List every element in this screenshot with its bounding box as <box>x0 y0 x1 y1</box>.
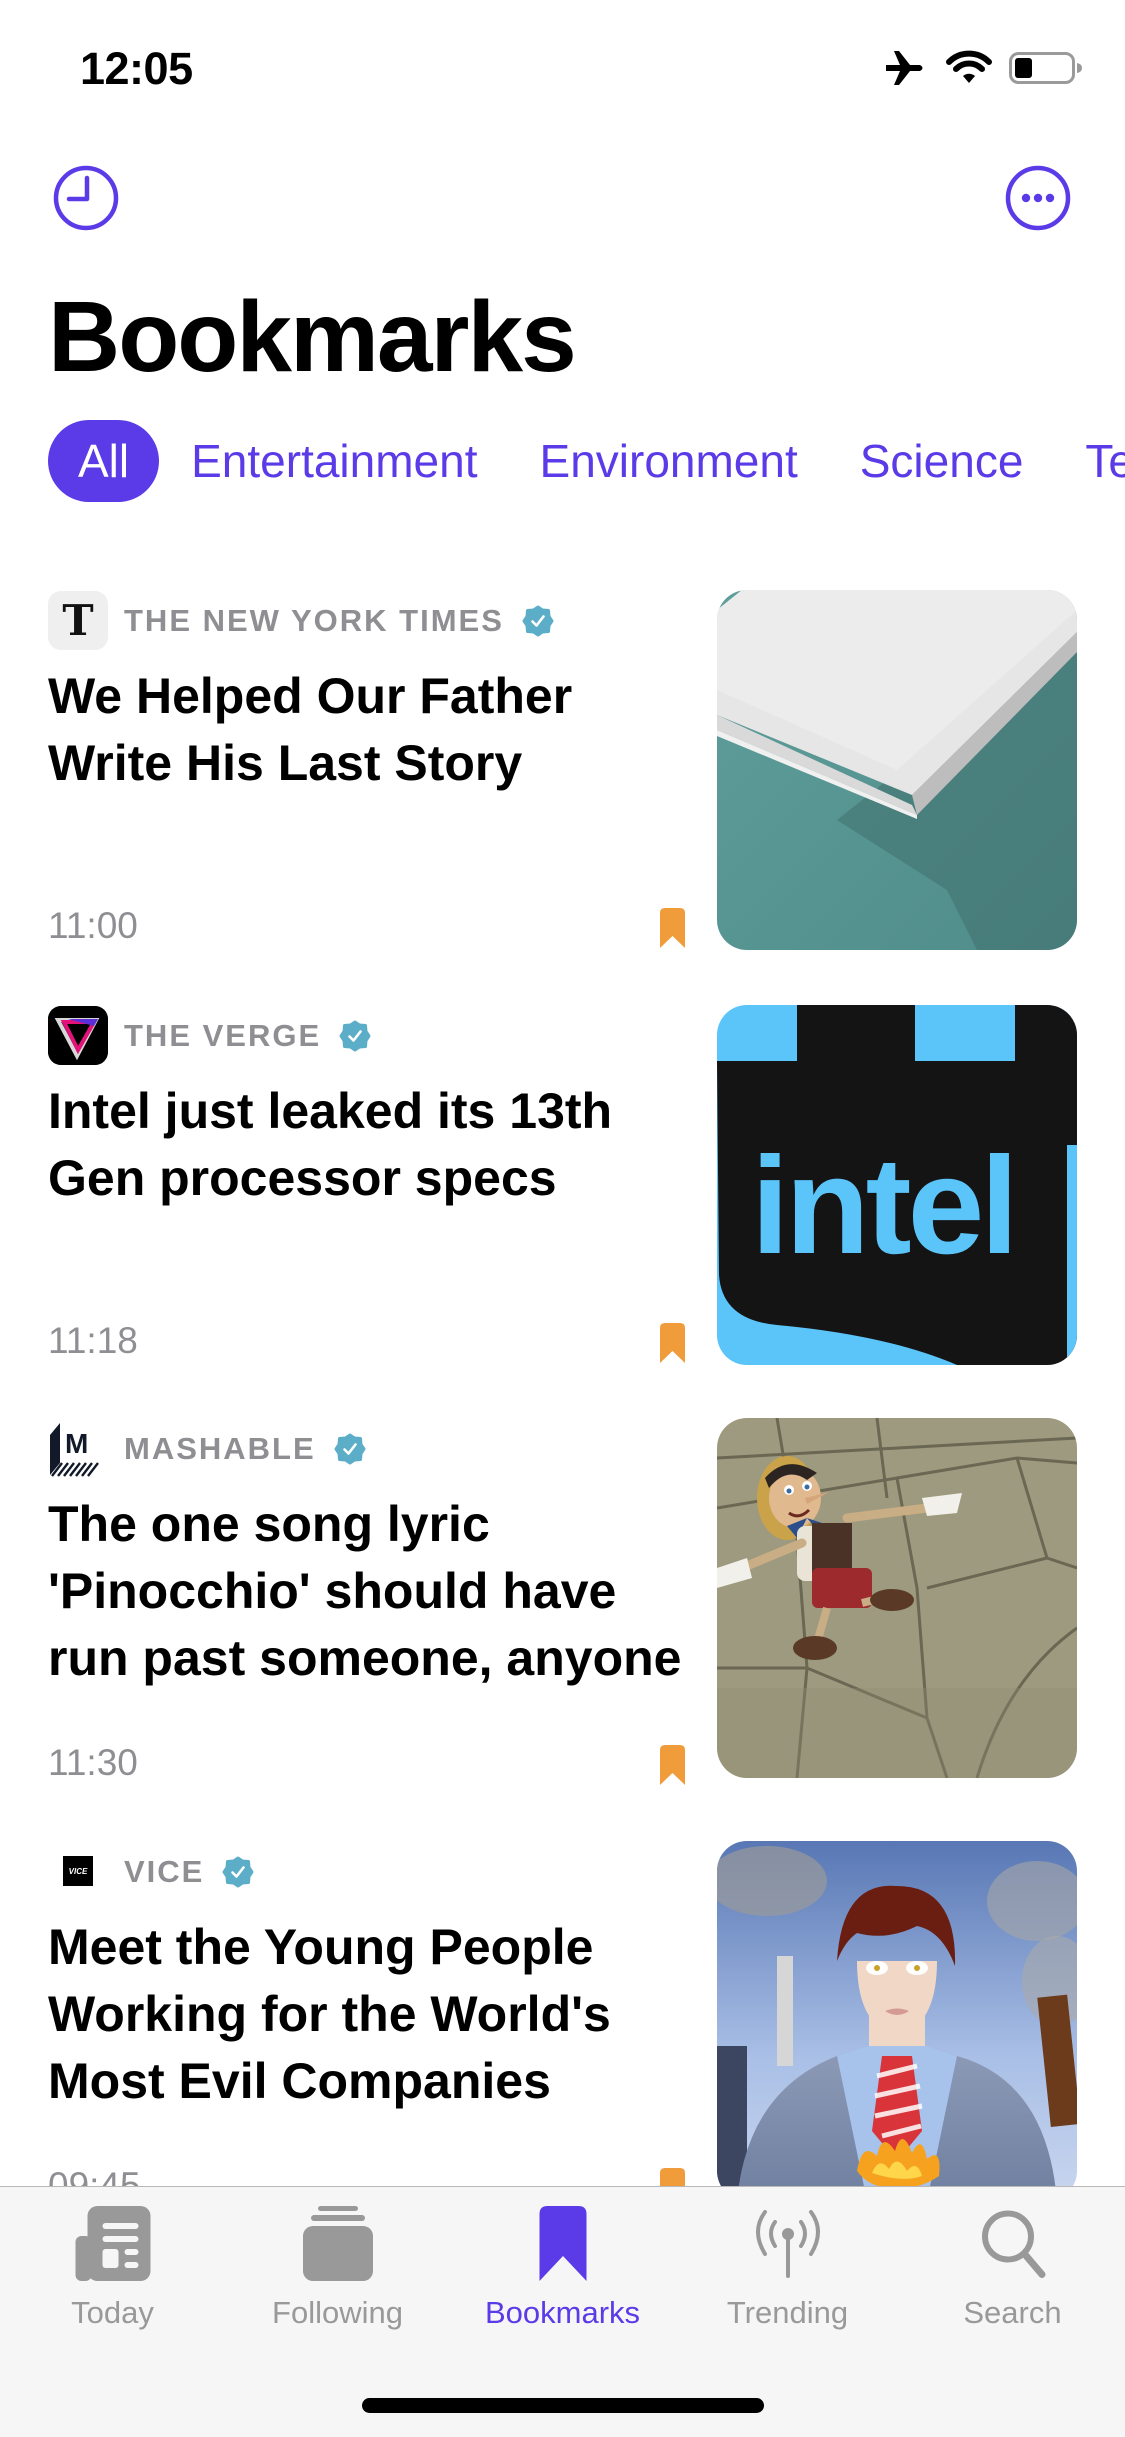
source-header: MASHABLE <box>124 1419 366 1478</box>
article-time: 11:30 <box>48 1742 138 1783</box>
search-icon <box>981 2210 1045 2278</box>
article-time: 11:00 <box>48 905 138 946</box>
source-name: VICE <box>124 1853 205 1889</box>
wifi-icon <box>946 50 992 83</box>
article-row[interactable]: VICE VICE Meet the Young People Working … <box>0 1841 1125 2211</box>
category-filter-bar: All Entertainment Environment Science Te <box>48 420 1125 502</box>
filter-chip-partial[interactable]: Te <box>1055 420 1125 502</box>
article-row[interactable]: T THE NEW YORK TIMES We Helped Our Fathe… <box>0 590 1125 960</box>
battery-icon <box>1009 52 1082 84</box>
article-thumbnail[interactable] <box>717 1418 1077 1778</box>
antenna-icon <box>755 2210 820 2278</box>
tab-label: Trending <box>726 2295 849 2330</box>
article-time: 11:18 <box>48 1320 138 1361</box>
ellipsis-circle-icon[interactable] <box>1003 163 1073 233</box>
intel-logo-image: intel <box>717 1005 1077 1365</box>
mashable-logo-glyph: M <box>65 1428 88 1459</box>
tab-label: Following <box>272 2295 403 2330</box>
mashable-logo: M <box>50 1423 99 1477</box>
tab-label: Today <box>71 2295 154 2330</box>
tab-trending[interactable]: Trending <box>675 2187 900 2347</box>
bookmark-icon[interactable] <box>660 908 685 948</box>
source-name: THE VERGE <box>124 1017 322 1053</box>
article-headline[interactable]: The one song lyric 'Pinocchio' should ha… <box>48 1491 698 1692</box>
tab-label: Bookmarks <box>484 2295 641 2330</box>
nyt-logo: T <box>48 591 108 650</box>
bookmark-icon[interactable] <box>660 1323 685 1363</box>
article-row[interactable]: THE VERGE Intel just leaked its 13th Gen… <box>0 1005 1125 1375</box>
pinocchio-still <box>717 1418 1077 1778</box>
tab-search[interactable]: Search <box>900 2187 1125 2347</box>
status-time: 12:05 <box>80 43 193 94</box>
page-title: Bookmarks <box>48 281 577 393</box>
verified-badge-icon <box>334 1433 366 1464</box>
tab-label: Search <box>963 2295 1062 2330</box>
verified-badge-icon <box>522 605 554 636</box>
newspaper-icon <box>75 2206 150 2281</box>
tab-today[interactable]: Today <box>0 2187 225 2347</box>
home-indicator[interactable] <box>362 2398 764 2413</box>
bookmark-icon[interactable] <box>660 1745 685 1785</box>
article-headline[interactable]: Meet the Young People Working for the Wo… <box>48 1914 698 2115</box>
article-thumbnail[interactable] <box>717 1841 1077 2201</box>
filter-chip-science[interactable]: Science <box>830 420 1054 502</box>
verge-logo <box>48 1006 108 1065</box>
article-row[interactable]: M MASHABLE The one song lyric 'Pinocchio… <box>0 1418 1125 1788</box>
article-headline[interactable]: We Helped Our Father Write His Last Stor… <box>48 663 698 797</box>
airplane-icon <box>886 51 923 85</box>
filter-chip-entertainment[interactable]: Entertainment <box>161 420 507 502</box>
verified-badge-icon <box>339 1020 371 1051</box>
clock-icon[interactable] <box>51 163 121 233</box>
article-thumbnail[interactable] <box>717 590 1077 950</box>
office-worker-illustration <box>717 1841 1077 2201</box>
tab-bookmarks[interactable]: Bookmarks <box>450 2187 675 2347</box>
source-name: MASHABLE <box>124 1430 316 1466</box>
source-header: VICE <box>124 1842 254 1901</box>
source-header: THE NEW YORK TIMES <box>124 591 554 650</box>
article-headline[interactable]: Intel just leaked its 13th Gen processor… <box>48 1078 698 1212</box>
article-thumbnail[interactable]: intel <box>717 1005 1077 1365</box>
tab-bar: Today Following Bookmarks Trending Searc… <box>0 2186 1125 2437</box>
filter-chip-all[interactable]: All <box>48 420 160 502</box>
source-name: THE NEW YORK TIMES <box>124 602 504 638</box>
tab-following[interactable]: Following <box>225 2187 450 2347</box>
bookmark-icon <box>539 2206 586 2281</box>
open-book-photo <box>717 590 1077 950</box>
filter-chip-environment[interactable]: Environment <box>510 420 828 502</box>
verified-badge-icon <box>222 1856 254 1887</box>
vice-logo: VICE <box>63 1856 93 1886</box>
source-header: THE VERGE <box>124 1006 371 1065</box>
intel-wordmark: intel <box>751 1129 1015 1283</box>
stack-icon <box>302 2206 373 2281</box>
